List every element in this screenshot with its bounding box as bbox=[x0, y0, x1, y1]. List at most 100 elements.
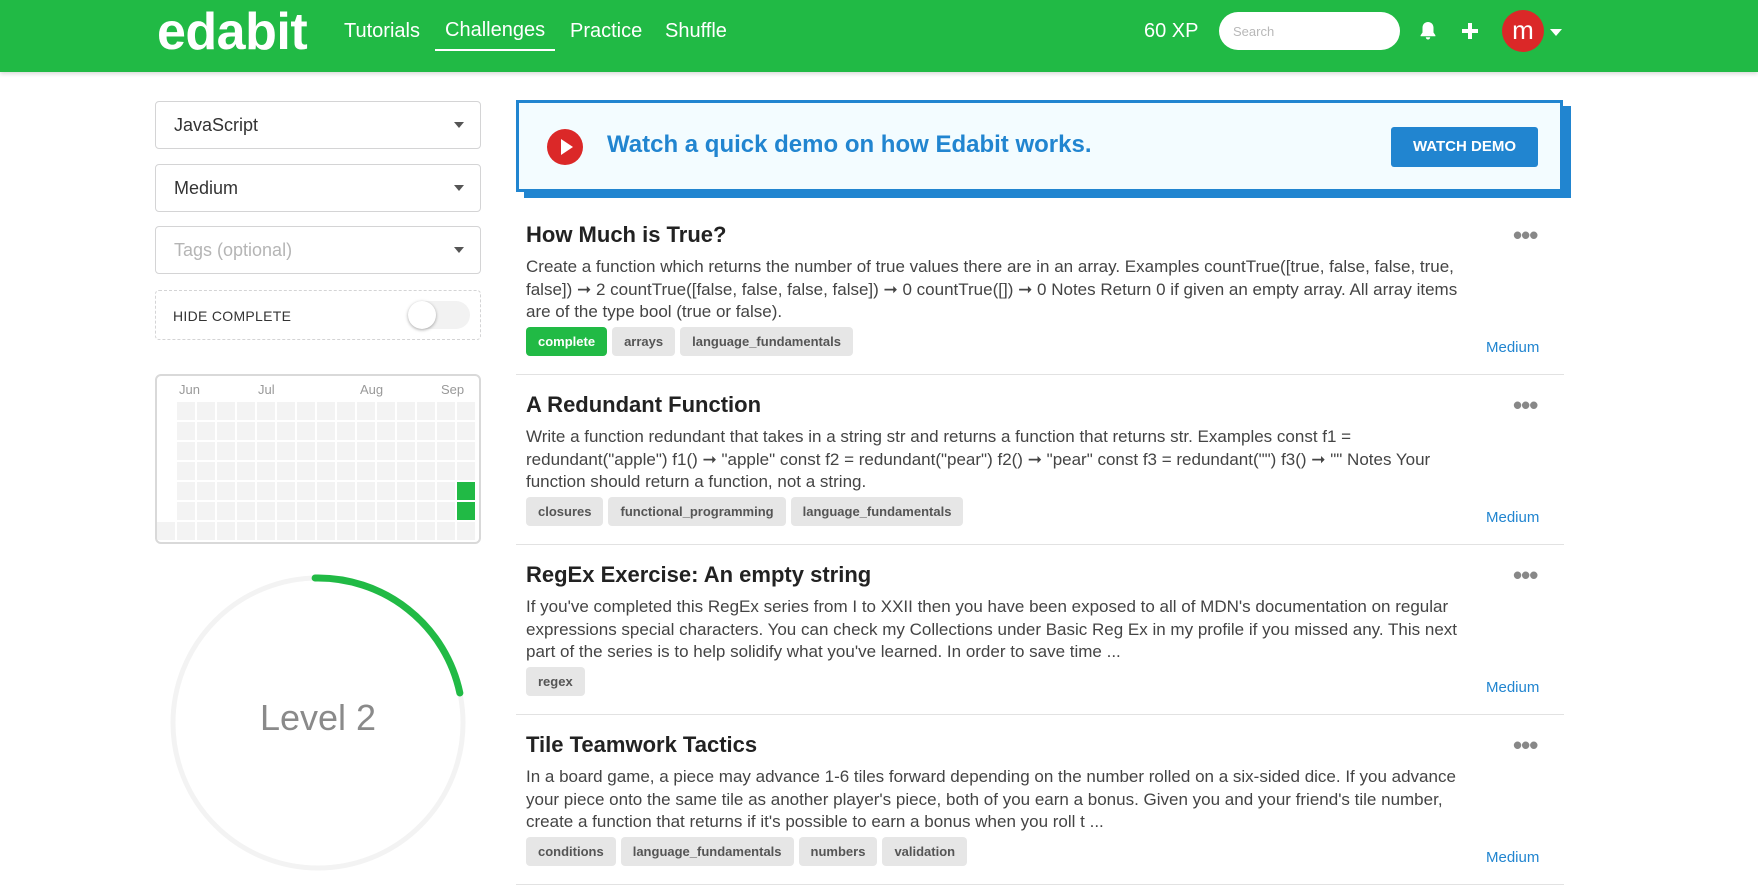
heatmap-cell bbox=[417, 522, 435, 540]
tag[interactable]: language_fundamentals bbox=[680, 327, 853, 356]
heatmap-cell bbox=[417, 482, 435, 500]
challenge-title[interactable]: How Much is True? bbox=[526, 222, 726, 248]
heatmap-cell bbox=[237, 502, 255, 520]
nav-shuffle[interactable]: Shuffle bbox=[665, 18, 727, 44]
heatmap-cell bbox=[277, 442, 295, 460]
search-input[interactable] bbox=[1219, 12, 1400, 50]
heatmap-cell bbox=[457, 402, 475, 420]
heatmap-cell bbox=[377, 422, 395, 440]
tag[interactable]: regex bbox=[526, 667, 585, 696]
challenge-difficulty[interactable]: Medium bbox=[1486, 849, 1539, 866]
language-select[interactable]: JavaScript bbox=[155, 101, 481, 149]
heatmap-cell bbox=[377, 502, 395, 520]
heatmap-cell bbox=[197, 482, 215, 500]
tag[interactable]: conditions bbox=[526, 837, 616, 866]
chevron-down-icon bbox=[454, 247, 464, 253]
tag[interactable]: functional_programming bbox=[608, 497, 786, 526]
heatmap-cell bbox=[397, 522, 415, 540]
heatmap-cell bbox=[397, 462, 415, 480]
xp-counter: 60 XP bbox=[1144, 20, 1199, 42]
heatmap-cell bbox=[297, 522, 315, 540]
tag[interactable]: language_fundamentals bbox=[790, 497, 964, 526]
hide-complete-toggle[interactable] bbox=[408, 301, 470, 329]
heatmap-cell bbox=[437, 442, 455, 460]
heatmap-cell bbox=[337, 462, 355, 480]
challenge-difficulty[interactable]: Medium bbox=[1486, 679, 1539, 696]
more-options-icon[interactable]: ••• bbox=[1513, 730, 1538, 761]
heatmap-cell bbox=[237, 402, 255, 420]
heatmap-cell bbox=[457, 502, 475, 520]
tag[interactable]: arrays bbox=[612, 327, 676, 356]
nav-challenges[interactable]: Challenges bbox=[435, 17, 556, 51]
heatmap-cell bbox=[237, 462, 255, 480]
heatmap-cell bbox=[197, 462, 215, 480]
heatmap-cell bbox=[377, 482, 395, 500]
heatmap-cell bbox=[277, 462, 295, 480]
heatmap-cell bbox=[177, 482, 195, 500]
heatmap-cell bbox=[257, 462, 275, 480]
heatmap-cell bbox=[217, 442, 235, 460]
heatmap-cell bbox=[357, 522, 375, 540]
challenge-tags: complete arrays language_fundamentals bbox=[526, 327, 853, 356]
heatmap-cell bbox=[197, 442, 215, 460]
challenge-difficulty[interactable]: Medium bbox=[1486, 509, 1539, 526]
heatmap-cell bbox=[417, 442, 435, 460]
heatmap-cell bbox=[437, 462, 455, 480]
chevron-down-icon[interactable] bbox=[1550, 29, 1562, 36]
challenge-description: Create a function which returns the numb… bbox=[526, 257, 1458, 321]
challenge-title[interactable]: A Redundant Function bbox=[526, 392, 761, 418]
tag[interactable]: validation bbox=[882, 837, 968, 866]
heatmap-cell bbox=[337, 482, 355, 500]
challenge-card: A Redundant Function Write a function re… bbox=[516, 374, 1564, 545]
bell-icon[interactable] bbox=[1415, 18, 1441, 44]
more-options-icon[interactable]: ••• bbox=[1513, 560, 1538, 591]
tag[interactable]: numbers bbox=[798, 837, 878, 866]
heatmap-cell bbox=[397, 402, 415, 420]
challenge-title[interactable]: RegEx Exercise: An empty string bbox=[526, 562, 871, 588]
heatmap-cell bbox=[257, 442, 275, 460]
language-select-value: JavaScript bbox=[174, 115, 259, 135]
heatmap-cell bbox=[337, 422, 355, 440]
edabit-logo[interactable]: edabit bbox=[157, 2, 308, 62]
heatmap-cell bbox=[457, 462, 475, 480]
heatmap-cell bbox=[377, 462, 395, 480]
more-options-icon[interactable]: ••• bbox=[1513, 390, 1538, 421]
heatmap-cell bbox=[177, 402, 195, 420]
top-navbar: edabit Tutorials Challenges Practice Shu… bbox=[0, 0, 1758, 72]
difficulty-select[interactable]: Medium bbox=[155, 164, 481, 212]
heatmap-cell bbox=[217, 482, 235, 500]
challenge-title[interactable]: Tile Teamwork Tactics bbox=[526, 732, 757, 758]
more-options-icon[interactable]: ••• bbox=[1513, 220, 1538, 251]
tags-select[interactable]: Tags (optional) bbox=[155, 226, 481, 274]
heatmap-grid bbox=[157, 402, 475, 540]
heatmap-cell bbox=[177, 442, 195, 460]
heatmap-cell bbox=[237, 422, 255, 440]
challenge-difficulty[interactable]: Medium bbox=[1486, 339, 1539, 356]
tag-complete[interactable]: complete bbox=[526, 327, 608, 356]
avatar[interactable]: m bbox=[1502, 10, 1544, 52]
heatmap-cell bbox=[217, 502, 235, 520]
heatmap-cell bbox=[417, 502, 435, 520]
heatmap-cell bbox=[437, 402, 455, 420]
plus-icon[interactable] bbox=[1457, 18, 1483, 44]
heatmap-cell bbox=[357, 402, 375, 420]
tag[interactable]: closures bbox=[526, 497, 604, 526]
level-progress-arc bbox=[311, 574, 464, 697]
tag[interactable]: language_fundamentals bbox=[620, 837, 794, 866]
watch-demo-button[interactable]: WATCH DEMO bbox=[1391, 127, 1538, 167]
demo-banner-text: Watch a quick demo on how Edabit works. bbox=[607, 131, 1092, 158]
heatmap-cell bbox=[457, 522, 475, 540]
heatmap-cell bbox=[317, 522, 335, 540]
heatmap-cell bbox=[357, 422, 375, 440]
nav-practice[interactable]: Practice bbox=[570, 18, 642, 44]
challenge-card: RegEx Exercise: An empty string If you'v… bbox=[516, 544, 1564, 715]
heatmap-cell bbox=[277, 502, 295, 520]
activity-heatmap: Jun Jul Aug Sep bbox=[155, 374, 481, 544]
play-icon[interactable] bbox=[547, 129, 583, 165]
heatmap-cell bbox=[357, 442, 375, 460]
heatmap-cell bbox=[357, 462, 375, 480]
nav-tutorials[interactable]: Tutorials bbox=[344, 18, 420, 44]
challenge-description: Write a function redundant that takes in… bbox=[526, 427, 1431, 491]
heatmap-cell bbox=[297, 482, 315, 500]
heatmap-cell bbox=[337, 502, 355, 520]
